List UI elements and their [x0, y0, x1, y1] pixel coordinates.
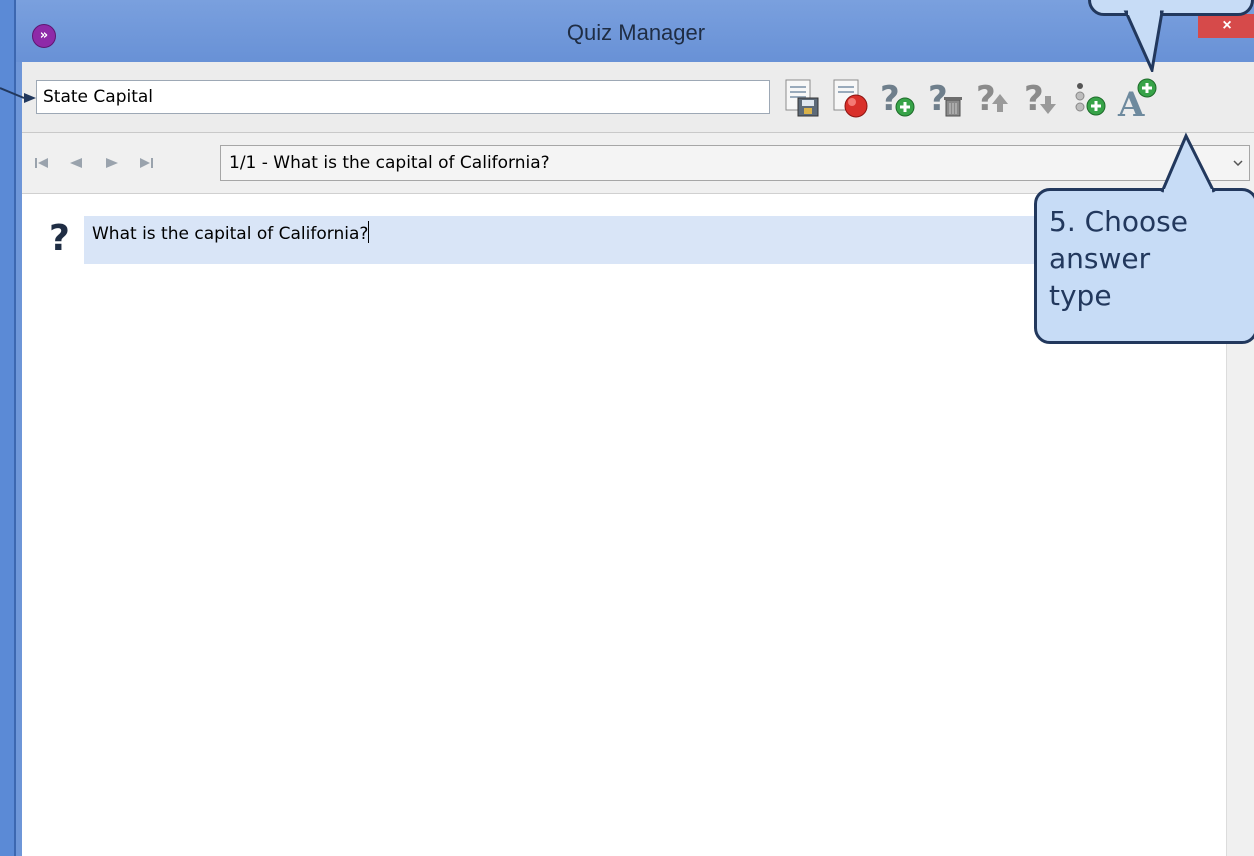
- window-title: Quiz Manager: [566, 20, 706, 45]
- move-question-up-icon[interactable]: ?: [972, 76, 1014, 120]
- title-bar[interactable]: » Quiz Manager ×: [16, 0, 1254, 62]
- add-answer-icon[interactable]: A: [1116, 76, 1158, 120]
- chevron-down-icon[interactable]: [1233, 160, 1243, 166]
- next-icon[interactable]: [100, 153, 122, 173]
- quiz-toolbar: State Capital ? ? ? ? A: [22, 62, 1254, 133]
- record-quiz-icon[interactable]: [828, 76, 870, 120]
- svg-text:?: ?: [880, 79, 900, 119]
- question-mark-icon: ?: [49, 218, 70, 256]
- question-navigation-bar: 1/1 - What is the capital of California?: [22, 133, 1254, 194]
- move-question-down-icon[interactable]: ?: [1020, 76, 1062, 120]
- callout-text: 5. Choose answer type: [1049, 205, 1188, 312]
- quiz-name-pointer-arrow: [0, 87, 36, 103]
- selected-question-label: 1/1 - What is the capital of California?: [229, 153, 550, 173]
- add-answer-type-icon[interactable]: [1068, 76, 1110, 120]
- save-quiz-icon[interactable]: [780, 76, 822, 120]
- previous-icon[interactable]: [66, 153, 88, 173]
- delete-question-icon[interactable]: ?: [924, 76, 966, 120]
- svg-text:?: ?: [1024, 79, 1044, 119]
- question-text: What is the capital of California?: [92, 224, 369, 244]
- first-icon[interactable]: [32, 153, 54, 173]
- top-callout-pointer: [1123, 10, 1164, 72]
- quiz-manager-window: » Quiz Manager × State Capital ? ? ? ? A…: [14, 0, 1254, 856]
- quiz-name-input[interactable]: State Capital: [36, 80, 770, 114]
- close-button[interactable]: ×: [1198, 14, 1254, 38]
- svg-text:?: ?: [49, 218, 70, 256]
- text-caret: [368, 221, 370, 243]
- choose-answer-type-pointer: [1160, 132, 1216, 194]
- last-icon[interactable]: [134, 153, 156, 173]
- add-question-icon[interactable]: ?: [876, 76, 918, 120]
- choose-answer-type-callout: 5. Choose answer type: [1034, 188, 1254, 344]
- svg-text:?: ?: [976, 79, 996, 119]
- question-selector[interactable]: 1/1 - What is the capital of California?: [220, 145, 1250, 181]
